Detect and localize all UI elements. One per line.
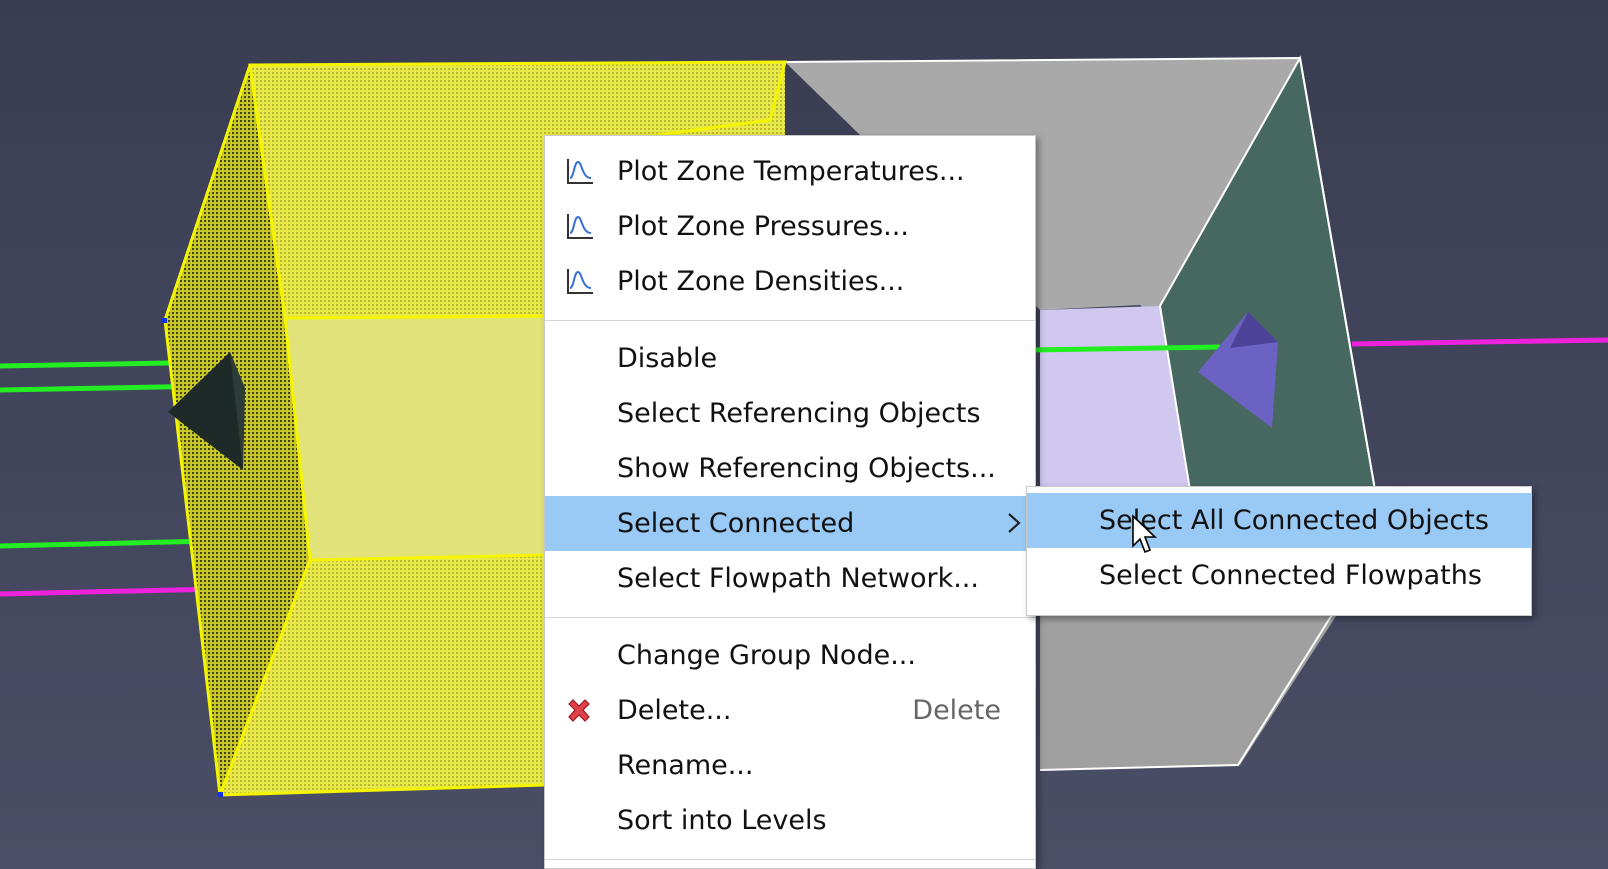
menu-item-rename[interactable]: Rename... bbox=[545, 738, 1035, 793]
menu-item-select-referencing-objects[interactable]: Select Referencing Objects bbox=[545, 386, 1035, 441]
menu-item-delete[interactable]: Delete... Delete bbox=[545, 683, 1035, 738]
menu-item-label: Delete... bbox=[617, 695, 732, 726]
plot-chart-icon bbox=[567, 214, 593, 239]
menu-item-label: Select Referencing Objects bbox=[617, 398, 981, 429]
menu-item-label: Show Referencing Objects... bbox=[617, 453, 996, 484]
menu-item-label: Sort into Levels bbox=[617, 805, 827, 836]
menu-item-label: Plot Zone Temperatures... bbox=[617, 156, 965, 187]
chevron-right-icon bbox=[1008, 513, 1021, 533]
context-menu: Plot Zone Temperatures... Plot Zone Pres… bbox=[544, 135, 1036, 869]
menu-item-show-referencing-objects[interactable]: Show Referencing Objects... bbox=[545, 441, 1035, 496]
menu-separator bbox=[545, 617, 1035, 618]
mouse-cursor-icon bbox=[1132, 514, 1157, 554]
submenu-item-select-all-connected-objects[interactable]: Select All Connected Objects bbox=[1027, 493, 1531, 548]
menu-item-label: Select Connected bbox=[617, 508, 855, 539]
menu-separator bbox=[545, 859, 1035, 860]
menu-item-disable[interactable]: Disable bbox=[545, 331, 1035, 386]
menu-item-plot-zone-densities[interactable]: Plot Zone Densities... bbox=[545, 254, 1035, 309]
plot-chart-icon bbox=[567, 159, 593, 184]
3d-viewport[interactable]: Plot Zone Temperatures... Plot Zone Pres… bbox=[0, 0, 1608, 869]
menu-item-label: Change Group Node... bbox=[617, 640, 916, 671]
menu-item-label: Plot Zone Densities... bbox=[617, 266, 905, 297]
menu-item-label: Select Flowpath Network... bbox=[617, 563, 979, 594]
menu-item-plot-zone-temperatures[interactable]: Plot Zone Temperatures... bbox=[545, 144, 1035, 199]
menu-item-select-flowpath-network[interactable]: Select Flowpath Network... bbox=[545, 551, 1035, 606]
menu-item-shortcut: Delete bbox=[912, 695, 1001, 726]
plot-chart-icon bbox=[567, 269, 593, 294]
menu-item-label: Select Connected Flowpaths bbox=[1099, 560, 1482, 591]
menu-item-label: Rename... bbox=[617, 750, 754, 781]
menu-item-select-connected[interactable]: Select Connected bbox=[545, 496, 1035, 551]
menu-item-label: Disable bbox=[617, 343, 718, 374]
submenu-item-select-connected-flowpaths[interactable]: Select Connected Flowpaths bbox=[1027, 548, 1531, 603]
menu-item-sort-into-levels[interactable]: Sort into Levels bbox=[545, 793, 1035, 848]
delete-x-icon bbox=[568, 699, 590, 722]
menu-item-label: Plot Zone Pressures... bbox=[617, 211, 909, 242]
select-connected-submenu: Select All Connected Objects Select Conn… bbox=[1026, 486, 1532, 616]
menu-item-change-group-node[interactable]: Change Group Node... bbox=[545, 628, 1035, 683]
menu-item-plot-zone-pressures[interactable]: Plot Zone Pressures... bbox=[545, 199, 1035, 254]
menu-separator bbox=[545, 320, 1035, 321]
